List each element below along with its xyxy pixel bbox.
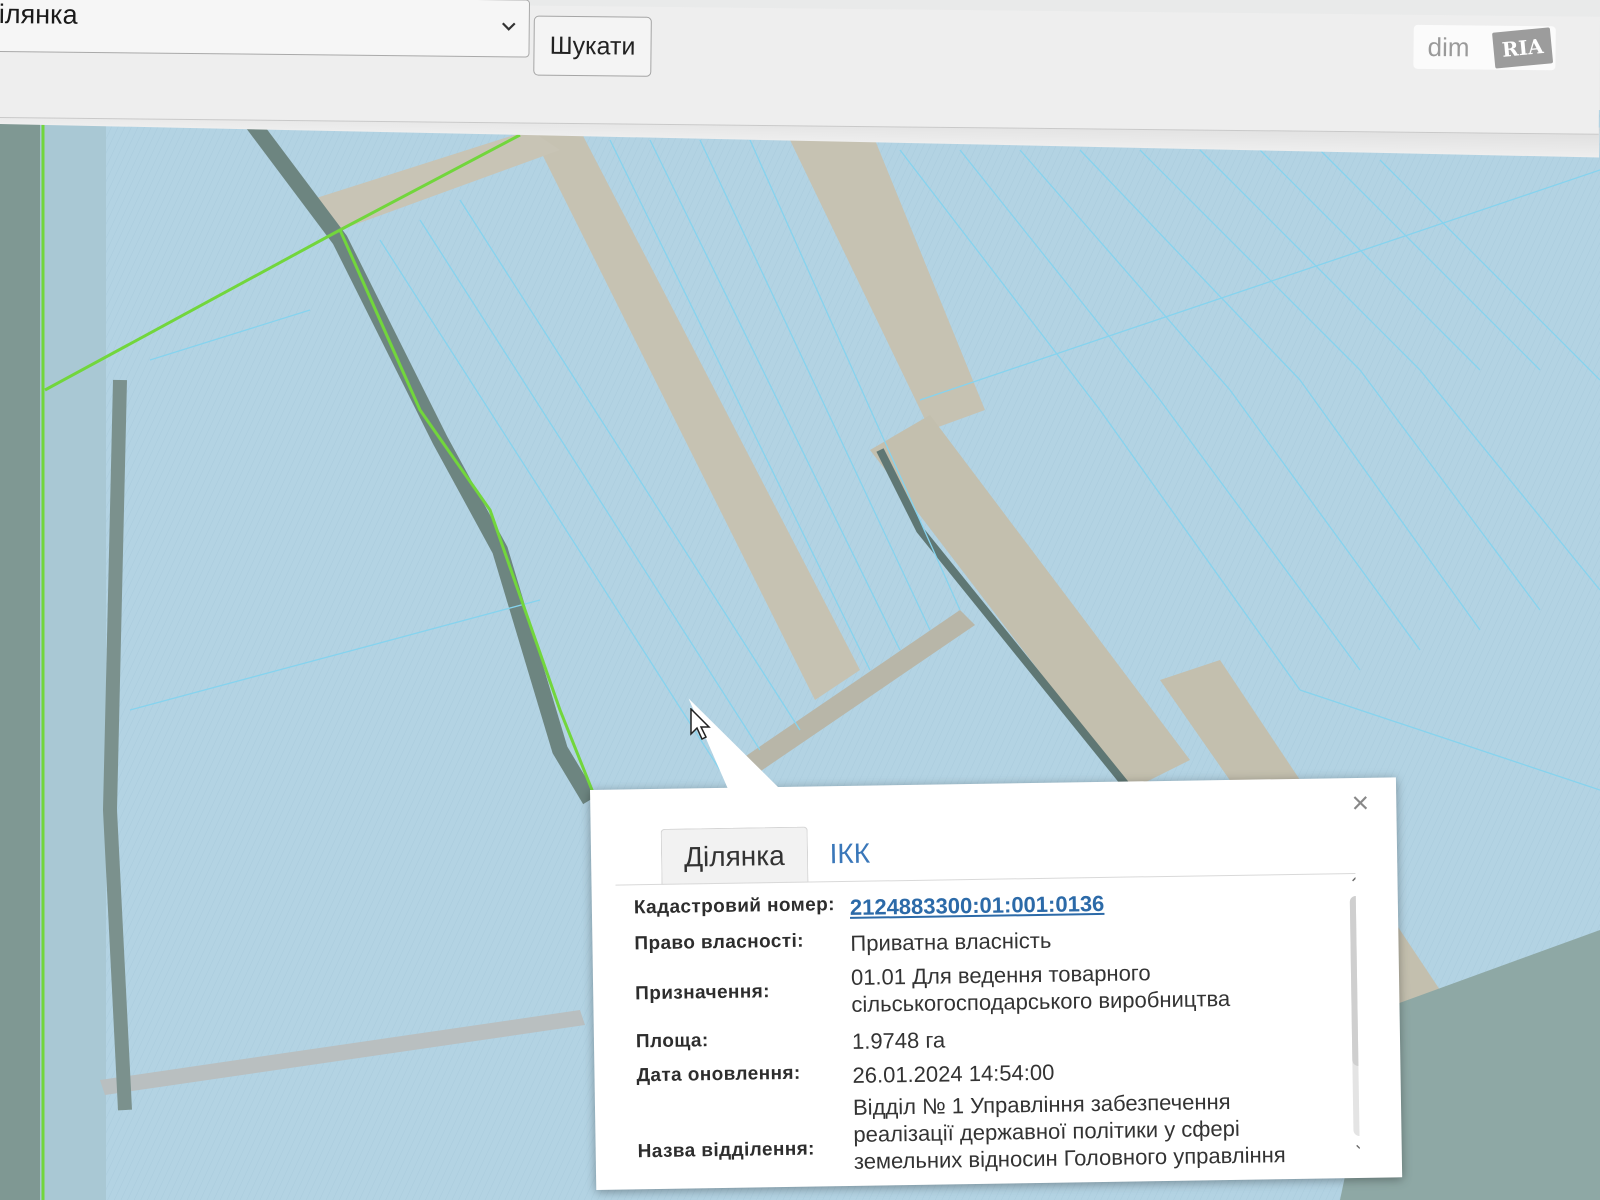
logo-ria-badge: RIA bbox=[1492, 27, 1554, 69]
chevron-down-icon[interactable]: ⌄ bbox=[1349, 1134, 1360, 1154]
field-label: Кадастровий номер: bbox=[633, 894, 836, 919]
object-type-select[interactable]: ілянка bbox=[0, 0, 531, 58]
field-area: Площа: 1.9748 га bbox=[636, 1020, 1332, 1058]
logo-dim-text: dim bbox=[1427, 31, 1470, 62]
chevron-up-icon[interactable]: ⌃ bbox=[1345, 874, 1360, 894]
select-value: ілянка bbox=[0, 0, 78, 30]
tab-parcel[interactable]: Ділянка bbox=[660, 826, 809, 885]
popup-tabs: Ділянка ІКК bbox=[660, 825, 893, 885]
search-button[interactable]: Шукати bbox=[533, 15, 652, 77]
dim-ria-logo: dim RIA bbox=[1413, 24, 1556, 71]
field-value: 26.01.2024 14:54:00 bbox=[852, 1059, 1055, 1088]
search-toolbar: ілянка Шукати dim RIA bbox=[0, 0, 1600, 135]
field-purpose: Призначення: 01.01 Для ведення товарного… bbox=[635, 956, 1332, 1021]
field-value: 1.9748 га bbox=[851, 1027, 946, 1054]
tree-strip bbox=[0, 110, 40, 1200]
field-label: Призначення: bbox=[635, 981, 771, 1005]
field-cadastral-number: Кадастровий номер: 2124883300:01:001:013… bbox=[634, 886, 1330, 924]
field-updated: Дата оновлення: 26.01.2024 14:54:00 bbox=[636, 1054, 1332, 1092]
road-left bbox=[40, 110, 106, 1200]
details-scrollbar[interactable]: ⌃ ⌄ bbox=[1343, 874, 1361, 1164]
mouse-cursor-icon bbox=[690, 708, 711, 741]
field-label: Право власності: bbox=[634, 930, 805, 955]
cadastral-number-link[interactable]: 2124883300:01:001:0136 bbox=[850, 891, 1105, 920]
tab-ikk[interactable]: ІКК bbox=[807, 825, 892, 882]
field-label: Назва відділення: bbox=[637, 1138, 815, 1163]
parcel-details-panel: Кадастровий номер: 2124883300:01:001:013… bbox=[615, 872, 1361, 1185]
field-value: Приватна власність bbox=[850, 927, 1052, 956]
field-ownership: Право власності: Приватна власність bbox=[634, 922, 1330, 960]
close-icon[interactable]: × bbox=[1346, 787, 1374, 820]
field-label: Дата оновлення: bbox=[636, 1062, 801, 1087]
chevron-down-icon bbox=[501, 22, 516, 31]
screen: ілянка Шукати dim RIA × Ділянка ІКК Када… bbox=[0, 0, 1600, 1200]
field-label: Площа: bbox=[635, 1030, 709, 1053]
parcel-info-popup: × Ділянка ІКК Кадастровий номер: 2124883… bbox=[590, 698, 1403, 1190]
field-department: Назва відділення: Відділ № 1 Управління … bbox=[637, 1086, 1334, 1178]
scrollbar-thumb[interactable] bbox=[1349, 895, 1361, 1067]
